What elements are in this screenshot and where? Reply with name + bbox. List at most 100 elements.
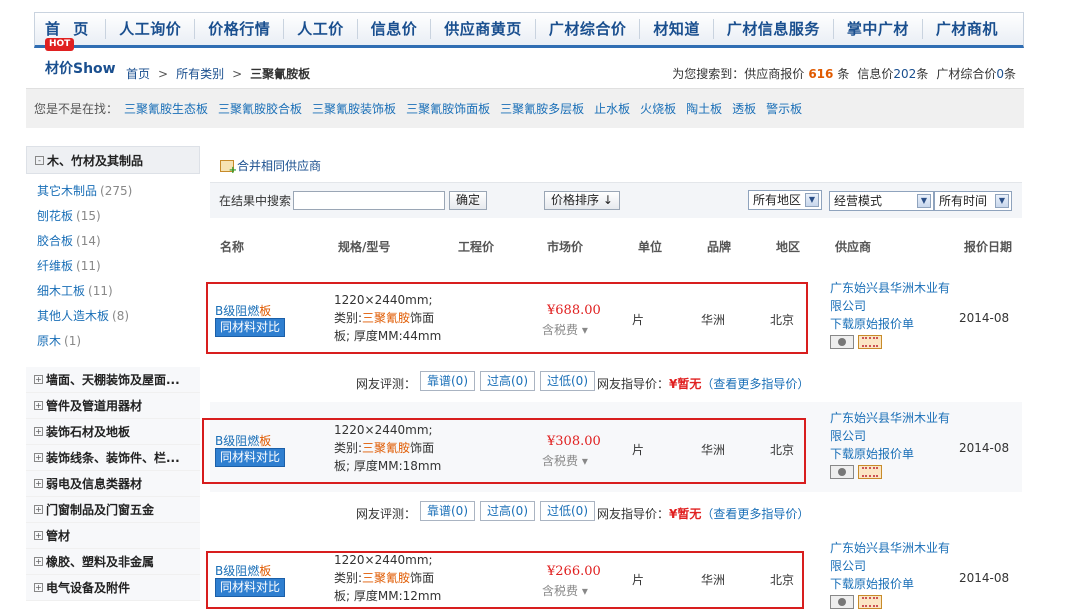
download-quote-link[interactable]: 下载原始报价单 xyxy=(830,445,950,463)
expand-icon[interactable]: + xyxy=(34,453,43,462)
sidebar-subcategory[interactable]: 胶合板 (14) xyxy=(37,233,132,258)
payment-icon[interactable] xyxy=(858,335,882,349)
sidebar-category[interactable]: + 管材 xyxy=(26,523,200,549)
nav-home[interactable]: 首 页 xyxy=(35,19,107,39)
sidebar-subcategory[interactable]: 细木工板 (11) xyxy=(37,283,132,308)
search-in-results-input[interactable] xyxy=(293,191,446,210)
product-name-text[interactable]: B级阻燃 xyxy=(215,564,259,578)
merge-suppliers-link[interactable]: 合并相同供应商 xyxy=(220,157,321,176)
category-label[interactable]: 门窗制品及门窗五金 xyxy=(46,501,154,518)
suggestion-link[interactable]: 三聚氰胺胶合板 xyxy=(218,100,302,117)
review-reliable-button[interactable]: 靠谱(0) xyxy=(420,371,475,391)
suggestion-link[interactable]: 三聚氰胺多层板 xyxy=(500,100,584,117)
nav-knowledge[interactable]: 材知道 xyxy=(640,19,714,39)
sidebar-subcategory[interactable]: 刨花板 (15) xyxy=(37,208,132,233)
contact-card-icon[interactable] xyxy=(830,595,854,609)
category-label[interactable]: 橡胶、塑料及非金属 xyxy=(46,553,154,570)
compare-button[interactable]: 同材料对比 xyxy=(215,578,286,597)
nav-business[interactable]: 广材商机 xyxy=(923,19,1011,39)
suggestion-link[interactable]: 火烧板 xyxy=(640,100,676,117)
collapse-icon[interactable]: - xyxy=(35,155,44,165)
sidebar-category[interactable]: + 装饰线条、装饰件、栏... xyxy=(26,445,200,471)
nav-manual-inquiry[interactable]: 人工询价 xyxy=(106,19,196,39)
sidebar-category[interactable]: + 橡胶、塑料及非金属 xyxy=(26,549,200,575)
supplier-link[interactable]: 广东始兴县华洲木业有限公司 xyxy=(830,409,950,445)
suggestion-link[interactable]: 警示板 xyxy=(766,100,802,117)
review-too-high-button[interactable]: 过高(0) xyxy=(480,371,535,391)
tax-dropdown[interactable]: 含税费 ▾ xyxy=(542,452,588,469)
product-name[interactable]: B级阻燃板 xyxy=(215,302,271,319)
contact-card-icon[interactable] xyxy=(830,335,854,349)
product-name-highlight[interactable]: 板 xyxy=(259,304,271,318)
category-label[interactable]: 管材 xyxy=(46,527,70,544)
suggestion-link[interactable]: 止水板 xyxy=(594,100,630,117)
chevron-down-icon[interactable]: ▼ xyxy=(995,194,1009,208)
nav-info-price[interactable]: 信息价 xyxy=(358,19,432,39)
sidebar-category[interactable]: + 管件及管道用器材 xyxy=(26,393,200,419)
category-label[interactable]: 墙面、天棚装饰及屋面... xyxy=(46,371,180,388)
expand-icon[interactable]: + xyxy=(34,401,43,410)
chevron-down-icon[interactable]: ▼ xyxy=(917,194,931,208)
sidebar-category[interactable]: + 墙面、天棚装饰及屋面... xyxy=(26,367,200,393)
compare-button[interactable]: 同材料对比 xyxy=(215,318,286,337)
breadcrumb-home[interactable]: 首页 xyxy=(126,65,150,82)
expand-icon[interactable]: + xyxy=(34,557,43,566)
product-name-highlight[interactable]: 板 xyxy=(259,564,271,578)
suggestion-link[interactable]: 三聚氰胺饰面板 xyxy=(406,100,490,117)
subcategory-label[interactable]: 细木工板 xyxy=(37,284,85,298)
region-select[interactable]: 所有地区 ▼ xyxy=(748,190,822,210)
category-label[interactable]: 弱电及信息类器材 xyxy=(46,475,142,492)
supplier-link[interactable]: 广东始兴县华洲木业有限公司 xyxy=(830,539,950,575)
sidebar-category-header[interactable]: - 木、竹材及其制品 xyxy=(26,146,200,174)
nav-labor-price[interactable]: 人工价 xyxy=(284,19,358,39)
sidebar-category[interactable]: + 装饰石材及地板 xyxy=(26,419,200,445)
price-sort-button[interactable]: 价格排序 ↓ xyxy=(544,191,620,210)
confirm-button[interactable]: 确定 xyxy=(449,191,488,210)
sidebar-category[interactable]: + 电气设备及附件 xyxy=(26,575,200,601)
nav-price-trend[interactable]: 价格行情 xyxy=(195,19,285,39)
category-label[interactable]: 装饰线条、装饰件、栏... xyxy=(46,449,180,466)
nav-supplier-pages[interactable]: 供应商黄页 xyxy=(431,19,536,39)
nav-mobile[interactable]: 掌中广材 xyxy=(834,19,923,39)
suggestion-link[interactable]: 三聚氰胺装饰板 xyxy=(312,100,396,117)
breadcrumb-all-categories[interactable]: 所有类别 xyxy=(176,65,224,82)
more-guide-prices-link[interactable]: （查看更多指导价） xyxy=(701,377,809,391)
compare-button[interactable]: 同材料对比 xyxy=(215,448,286,467)
chevron-down-icon[interactable]: ▼ xyxy=(805,193,819,207)
sidebar-subcategory[interactable]: 原木 (1) xyxy=(37,333,132,358)
download-quote-link[interactable]: 下载原始报价单 xyxy=(830,315,950,333)
payment-icon[interactable] xyxy=(858,595,882,609)
sidebar-subcategory[interactable]: 其他人造木板 (8) xyxy=(37,308,132,333)
subcategory-label[interactable]: 刨花板 xyxy=(37,209,73,223)
supplier-link[interactable]: 广东始兴县华洲木业有限公司 xyxy=(830,279,950,315)
review-too-low-button[interactable]: 过低(0) xyxy=(540,501,595,521)
category-label[interactable]: 电气设备及附件 xyxy=(46,579,130,596)
subcategory-label[interactable]: 其它木制品 xyxy=(37,184,97,198)
sidebar-category[interactable]: + 弱电及信息类器材 xyxy=(26,471,200,497)
subcategory-label[interactable]: 纤维板 xyxy=(37,259,73,273)
subcategory-label[interactable]: 原木 xyxy=(37,334,61,348)
suggestion-link[interactable]: 三聚氰胺生态板 xyxy=(124,100,208,117)
subcategory-label[interactable]: 其他人造木板 xyxy=(37,309,109,323)
contact-card-icon[interactable] xyxy=(830,465,854,479)
product-name[interactable]: B级阻燃板 xyxy=(215,562,271,579)
expand-icon[interactable]: + xyxy=(34,479,43,488)
expand-icon[interactable]: + xyxy=(34,583,43,592)
subcategory-label[interactable]: 胶合板 xyxy=(37,234,73,248)
review-too-low-button[interactable]: 过低(0) xyxy=(540,371,595,391)
sidebar-subcategory[interactable]: 其它木制品 (275) xyxy=(37,183,132,208)
expand-icon[interactable]: + xyxy=(34,531,43,540)
more-guide-prices-link[interactable]: （查看更多指导价） xyxy=(701,507,809,521)
product-name-highlight[interactable]: 板 xyxy=(259,434,271,448)
merge-label[interactable]: 合并相同供应商 xyxy=(237,157,321,174)
nav-composite-price[interactable]: 广材综合价 xyxy=(536,19,641,39)
tax-dropdown[interactable]: 含税费 ▾ xyxy=(542,321,588,338)
product-name-text[interactable]: B级阻燃 xyxy=(215,304,259,318)
tax-dropdown[interactable]: 含税费 ▾ xyxy=(542,582,588,599)
time-select[interactable]: 所有时间 ▼ xyxy=(934,191,1012,211)
review-reliable-button[interactable]: 靠谱(0) xyxy=(420,501,475,521)
category-label[interactable]: 装饰石材及地板 xyxy=(46,423,130,440)
sidebar-category[interactable]: + 门窗制品及门窗五金 xyxy=(26,497,200,523)
product-name[interactable]: B级阻燃板 xyxy=(215,432,271,449)
sidebar-subcategory[interactable]: 纤维板 (11) xyxy=(37,258,132,283)
